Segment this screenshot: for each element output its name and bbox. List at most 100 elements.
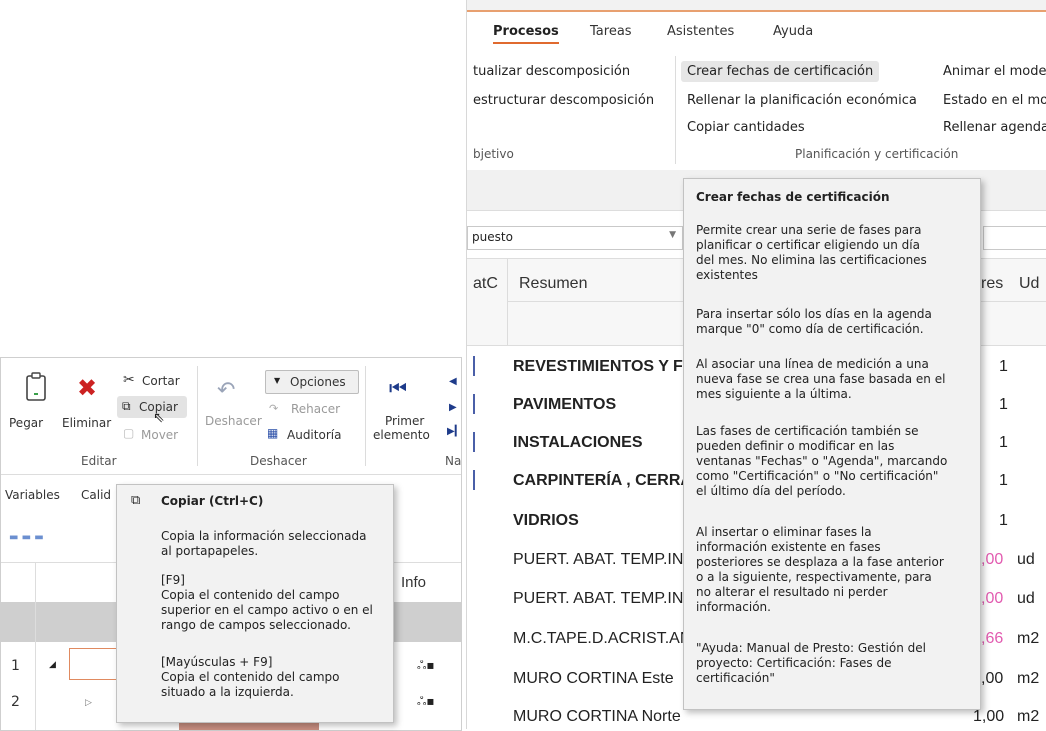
row-summary: VIDRIOS	[513, 512, 579, 529]
column-header-info[interactable]: Info	[401, 574, 426, 591]
tab-procesos[interactable]: Procesos	[493, 24, 559, 44]
budget-selector-value: puesto	[472, 230, 513, 244]
row-quantity: 1	[999, 472, 1008, 489]
redo-icon: ↷	[269, 402, 279, 415]
row-quantity: 1	[999, 358, 1008, 375]
rellenar-agenda-button[interactable]: Rellenar agenda	[943, 120, 1046, 135]
column-header-resumen[interactable]: Resumen	[519, 275, 587, 293]
tab-asistentes[interactable]: Asistentes	[667, 24, 734, 39]
row-unit: m2	[1017, 708, 1040, 725]
collapse-icon[interactable]: ◢	[49, 660, 56, 670]
row-quantity: ,00	[981, 551, 1004, 568]
ribbon-divider	[197, 366, 198, 466]
opciones-label: Opciones	[290, 375, 346, 389]
row-unit: ud	[1017, 551, 1035, 568]
row-marker	[473, 394, 475, 414]
tooltip-paragraph: Las fases de certificación también se pu…	[696, 424, 948, 498]
copiar-cantidades-button[interactable]: Copiar cantidades	[687, 120, 805, 135]
row-quantity: ,66	[981, 630, 1004, 647]
group-label-editar: Editar	[81, 454, 117, 468]
row-summary: MURO CORTINA Norte	[513, 708, 681, 725]
type-icon: ஃ▪	[417, 658, 435, 672]
rehacer-button[interactable]: Rehacer	[291, 402, 340, 416]
group-label-deshacer: Deshacer	[250, 454, 307, 468]
tab-variables[interactable]: Variables	[5, 488, 60, 502]
reestructurar-descomposicion-button[interactable]: estructurar descomposición	[473, 93, 654, 108]
column-header-natc[interactable]: atC	[473, 275, 498, 293]
opciones-button[interactable]: ▼ Opciones	[265, 370, 359, 394]
copy-icon: ⧉	[131, 493, 141, 508]
ribbon-tabs: Procesos Tareas Asistentes Ayuda	[467, 12, 1046, 48]
tooltip-paragraph: [Mayúsculas + F9] Copia el contenido del…	[161, 655, 340, 699]
cortar-button[interactable]: Cortar	[142, 374, 180, 388]
tooltip-title: Crear fechas de certificación	[696, 190, 890, 204]
mouse-cursor-icon: ⇖	[153, 410, 165, 426]
prev-icon[interactable]: ◀	[449, 376, 457, 387]
column-header-ud[interactable]: Ud	[1019, 275, 1039, 293]
tab-ayuda[interactable]: Ayuda	[773, 24, 813, 39]
tooltip-copiar: ⧉ Copiar (Ctrl+C) Copia la información s…	[116, 484, 394, 723]
tab-calidad[interactable]: Calid	[81, 488, 111, 502]
tooltip-paragraph: Para insertar sólo los días en la agenda…	[696, 307, 932, 336]
clipboard-icon	[26, 372, 46, 401]
auditoria-button[interactable]: Auditoría	[287, 428, 341, 442]
copiar-button[interactable]: ⧉ Copiar	[117, 396, 187, 418]
tree-branch-icon[interactable]: ▷	[85, 698, 92, 708]
tooltip-crear-fechas: Crear fechas de certificación Permite cr…	[683, 178, 981, 710]
row-unit: m2	[1017, 670, 1040, 687]
first-element-icon: ⏮	[389, 376, 407, 400]
row-quantity: 1	[999, 434, 1008, 451]
next-icon[interactable]: ▶	[449, 402, 457, 413]
secondary-selector[interactable]	[983, 226, 1046, 250]
copy-icon: ⧉	[122, 399, 131, 413]
estado-modelo-button[interactable]: Estado en el mo	[943, 93, 1046, 108]
scissors-icon: ✂	[123, 372, 135, 388]
tooltip-paragraph: Copia la información seleccionada al por…	[161, 529, 367, 558]
row-summary: REVESTIMIENTOS Y F	[513, 358, 683, 375]
mover-button[interactable]: Mover	[141, 428, 178, 442]
row-quantity: 1	[999, 512, 1008, 529]
row-unit: ud	[1017, 590, 1035, 607]
chevron-down-icon[interactable]: ▼	[669, 230, 676, 240]
row-summary: INSTALACIONES	[513, 434, 643, 451]
tooltip-paragraph: [F9] Copia el contenido del campo superi…	[161, 573, 373, 632]
last-icon[interactable]: ▶▎	[447, 426, 461, 437]
row-number: 1	[11, 658, 20, 674]
primer-label[interactable]: Primer	[385, 414, 424, 428]
actualizar-descomposicion-button[interactable]: tualizar descomposición	[473, 64, 630, 79]
pegar-button[interactable]: Pegar	[9, 416, 43, 430]
grid-vline	[35, 562, 36, 730]
group-label-objetivo: bjetivo	[473, 147, 514, 161]
budget-selector[interactable]: puesto ▼	[467, 226, 683, 250]
row-marker	[473, 470, 475, 490]
move-icon: ▢	[123, 426, 135, 440]
audit-icon: ▦	[267, 426, 279, 440]
row-number: 2	[11, 694, 20, 710]
column-divider	[507, 259, 508, 345]
tooltip-paragraph: "Ayuda: Manual de Presto: Gestión del pr…	[696, 641, 926, 685]
rellenar-planificacion-economica-button[interactable]: Rellenar la planificación económica	[687, 93, 917, 108]
tab-tareas[interactable]: Tareas	[590, 24, 632, 39]
title-bar	[467, 0, 1046, 12]
grid-cell-active[interactable]	[69, 648, 119, 680]
row-summary: PAVIMENTOS	[513, 396, 617, 413]
elemento-label[interactable]: elemento	[373, 428, 430, 442]
row-marker	[473, 432, 475, 452]
eliminar-button[interactable]: Eliminar	[62, 416, 111, 430]
row-quantity: ,00	[981, 670, 1004, 687]
chevron-down-icon: ▼	[274, 376, 281, 385]
animar-modelo-button[interactable]: Animar el mode	[943, 64, 1046, 79]
type-icon: ஃ▪	[417, 694, 435, 708]
expand-icon[interactable]: ▬ ▬ ▬	[9, 532, 44, 543]
ribbon-panel: Pegar ✖ Eliminar ✂ Cortar ⧉ Copiar ⇖ ▢ M…	[1, 358, 461, 475]
row-summary: PUERT. ABAT. TEMP.IN	[513, 551, 684, 568]
row-quantity: ,00	[981, 590, 1004, 607]
tooltip-paragraph: Al insertar o eliminar fases la informac…	[696, 525, 944, 614]
column-header-cantidad[interactable]: res	[981, 275, 1003, 293]
deshacer-button[interactable]: Deshacer	[205, 414, 262, 428]
crear-fechas-certificacion-button[interactable]: Crear fechas de certificación	[681, 61, 880, 82]
tooltip-title: Copiar (Ctrl+C)	[161, 494, 264, 508]
undo-icon: ↶	[217, 378, 236, 403]
row-summary: M.C.TAPE.D.ACRIST.AN	[513, 630, 692, 647]
row-summary: MURO CORTINA Este	[513, 670, 674, 687]
